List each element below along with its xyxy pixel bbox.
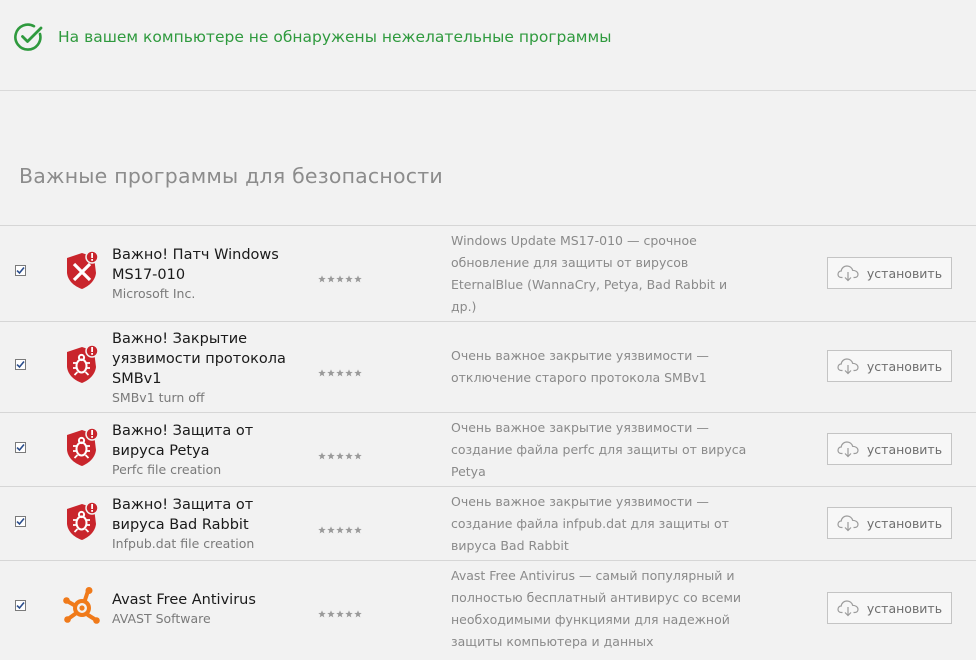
item-checkbox[interactable]: [15, 442, 26, 453]
star-icon: [318, 603, 326, 618]
star-icon: [336, 603, 344, 618]
cloud-download-icon: [837, 600, 859, 617]
star-icon: [354, 519, 362, 534]
item-name: Важно! Защита от вируса Bad Rabbit: [112, 497, 254, 533]
item-description: Очень важное закрытие уязвимости — отклю…: [451, 348, 709, 385]
star-icon: [327, 603, 335, 618]
star-icon: [354, 445, 362, 460]
shield-alert-icon: [63, 250, 101, 291]
rating-stars: [318, 603, 362, 618]
list-item: Avast Free Antivirus AVAST Software Avas…: [0, 560, 976, 660]
star-icon: [345, 362, 353, 377]
star-icon: [318, 519, 326, 534]
item-info: Важно! Защита от вируса Bad Rabbit Infpu…: [112, 495, 302, 553]
rating-stars: [318, 445, 362, 460]
list-item: Важно! Закрытие уязвимости протокола SMB…: [0, 321, 976, 412]
star-icon: [318, 268, 326, 283]
install-button-label: установить: [866, 441, 943, 457]
item-vendor: Microsoft Inc.: [112, 286, 196, 301]
star-icon: [354, 603, 362, 618]
install-button[interactable]: установить: [827, 257, 952, 289]
status-text: На вашем компьютере не обнаружены нежела…: [58, 28, 612, 46]
item-checkbox[interactable]: [15, 265, 26, 276]
star-icon: [336, 362, 344, 377]
star-icon: [345, 519, 353, 534]
install-button-label: установить: [866, 515, 943, 531]
star-icon: [354, 268, 362, 283]
item-checkbox[interactable]: [15, 600, 26, 611]
item-vendor: Infpub.dat file creation: [112, 536, 255, 551]
item-name: Avast Free Antivirus: [112, 592, 256, 608]
star-icon: [336, 519, 344, 534]
star-icon: [345, 603, 353, 618]
install-button[interactable]: установить: [827, 433, 952, 465]
rating-stars: [318, 268, 362, 283]
install-button-label: установить: [866, 358, 943, 374]
item-name: Важно! Защита от вируса Petya: [112, 423, 254, 459]
item-info: Avast Free Antivirus AVAST Software: [112, 590, 302, 628]
shield-bug-icon: [63, 344, 101, 385]
star-icon: [345, 445, 353, 460]
item-info: Важно! Защита от вируса Petya Perfc file…: [112, 421, 302, 479]
shield-bug-icon: [63, 427, 101, 468]
shield-bug-icon: [63, 501, 101, 542]
star-icon: [336, 445, 344, 460]
install-button[interactable]: установить: [827, 350, 952, 382]
cloud-download-icon: [837, 265, 859, 282]
list-item: Важно! Защита от вируса Petya Perfc file…: [0, 412, 976, 486]
star-icon: [354, 362, 362, 377]
status-banner: На вашем компьютере не обнаружены нежела…: [14, 22, 611, 52]
item-name: Важно! Закрытие уязвимости протокола SMB…: [112, 331, 286, 387]
item-description: Очень важное закрытие уязвимости — созда…: [451, 494, 729, 553]
item-name: Важно! Патч Windows MS17-010: [112, 247, 279, 283]
list-item: Важно! Защита от вируса Bad Rabbit Infpu…: [0, 486, 976, 560]
cloud-download-icon: [837, 441, 859, 458]
item-vendor: AVAST Software: [112, 611, 211, 626]
item-checkbox[interactable]: [15, 359, 26, 370]
item-description: Windows Update MS17-010 — срочное обновл…: [451, 233, 728, 314]
item-info: Важно! Патч Windows MS17-010 Microsoft I…: [112, 245, 302, 303]
install-button-label: установить: [866, 265, 943, 281]
cloud-download-icon: [837, 358, 859, 375]
program-list: Важно! Патч Windows MS17-010 Microsoft I…: [0, 225, 976, 660]
item-vendor: Perfc file creation: [112, 462, 222, 477]
list-item: Важно! Патч Windows MS17-010 Microsoft I…: [0, 225, 976, 321]
star-icon: [345, 268, 353, 283]
item-info: Важно! Закрытие уязвимости протокола SMB…: [112, 329, 302, 407]
install-button-label: установить: [866, 600, 943, 616]
install-button[interactable]: установить: [827, 507, 952, 539]
section-title: Важные программы для безопасности: [19, 164, 443, 188]
rating-stars: [318, 362, 362, 377]
divider: [0, 90, 976, 91]
star-icon: [327, 362, 335, 377]
item-description: Очень важное закрытие уязвимости — созда…: [451, 420, 747, 479]
install-button[interactable]: установить: [827, 592, 952, 624]
avast-logo-icon: [63, 586, 101, 626]
star-icon: [327, 519, 335, 534]
star-icon: [318, 445, 326, 460]
check-circle-icon: [14, 23, 43, 51]
item-vendor: SMBv1 turn off: [112, 390, 205, 405]
star-icon: [327, 268, 335, 283]
item-checkbox[interactable]: [15, 516, 26, 527]
star-icon: [327, 445, 335, 460]
rating-stars: [318, 519, 362, 534]
star-icon: [318, 362, 326, 377]
cloud-download-icon: [837, 515, 859, 532]
star-icon: [336, 268, 344, 283]
item-description: Avast Free Antivirus — самый популярный …: [451, 568, 742, 649]
